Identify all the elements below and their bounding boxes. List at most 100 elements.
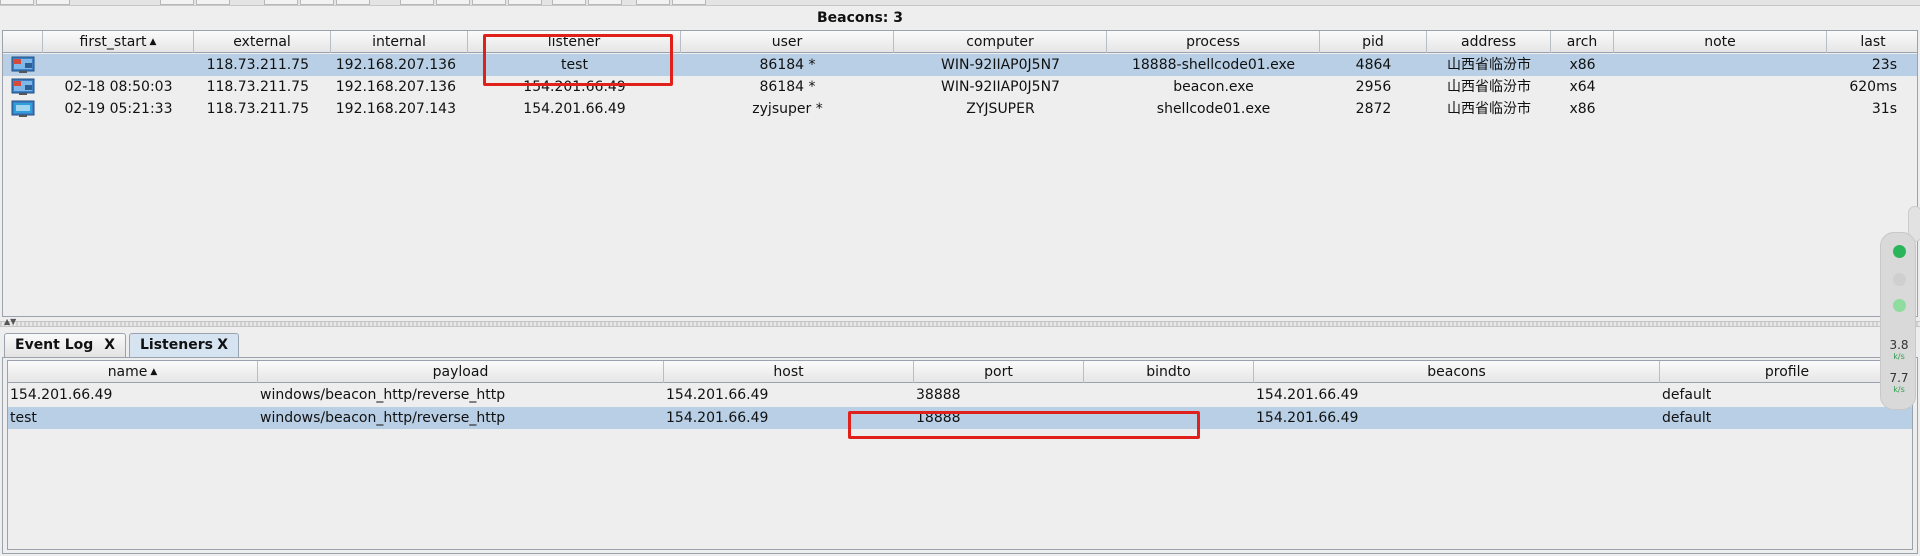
panel-splitter[interactable]: [0, 321, 1920, 327]
beacon-note: [1614, 54, 1827, 76]
beacon-first-start: [43, 54, 194, 76]
tab-close-icon[interactable]: X: [104, 334, 115, 357]
column-header-pid[interactable]: pid: [1320, 31, 1427, 53]
toolbar-button[interactable]: [160, 0, 194, 5]
column-header-first-start[interactable]: first_start ▲: [43, 31, 194, 53]
toolbar-button[interactable]: [36, 0, 70, 5]
toolbar-button[interactable]: [636, 0, 670, 5]
toolbar-button[interactable]: [196, 0, 230, 5]
listener-row[interactable]: test windows/beacon_http/reverse_http 15…: [8, 407, 1912, 429]
listener-port: 38888: [916, 387, 961, 403]
beacon-listener: 154.201.66.49: [523, 101, 626, 117]
column-header-process[interactable]: process: [1107, 31, 1320, 53]
beacon-pid: 4864: [1355, 57, 1392, 73]
column-header-port[interactable]: port: [914, 361, 1084, 383]
toolbar-button[interactable]: [436, 0, 470, 5]
tab-close-icon[interactable]: X: [217, 334, 228, 357]
beacon-last: 23s: [1871, 57, 1897, 73]
sort-ascending-icon: ▲: [149, 37, 157, 47]
beacon-process: 18888-shellcode01.exe: [1131, 57, 1295, 73]
column-header-last[interactable]: last: [1827, 31, 1917, 53]
column-header-listener[interactable]: listener: [468, 31, 681, 53]
beacon-internal: 192.168.207.136: [335, 79, 456, 95]
sort-ascending-icon: ▲: [150, 367, 158, 377]
beacon-last: 31s: [1871, 101, 1897, 117]
upload-speed: 3.8: [1889, 338, 1909, 352]
listener-payload: windows/beacon_http/reverse_http: [260, 387, 506, 403]
beacon-internal: 192.168.207.143: [335, 101, 456, 117]
beacon-external: 118.73.211.75: [206, 101, 309, 117]
beacon-row[interactable]: 02-19 05:21:33 118.73.211.75 192.168.207…: [3, 98, 1917, 120]
beacon-internal: 192.168.207.136: [335, 57, 456, 73]
toolbar-button[interactable]: [300, 0, 334, 5]
toolbar-button[interactable]: [552, 0, 586, 5]
column-header-address[interactable]: address: [1427, 31, 1551, 53]
beacon-row[interactable]: 118.73.211.75 192.168.207.136 test 86184…: [3, 54, 1917, 76]
tab-listeners[interactable]: Listeners X: [129, 333, 239, 358]
splitter-arrows-icon[interactable]: ▲▼: [4, 318, 16, 326]
download-unit: k/s: [1893, 385, 1905, 394]
beacon-computer-icon: [11, 78, 35, 95]
column-header-host[interactable]: host: [664, 361, 914, 383]
beacon-arch: x64: [1569, 79, 1596, 95]
column-header-external[interactable]: external: [194, 31, 331, 53]
status-dot-icon: [1893, 245, 1906, 258]
toolbar-strip: [0, 0, 1920, 6]
column-header-note[interactable]: note: [1614, 31, 1827, 53]
beacon-computer-icon: [11, 100, 35, 117]
beacon-process: shellcode01.exe: [1156, 101, 1271, 117]
listener-row[interactable]: 154.201.66.49 windows/beacon_http/revers…: [8, 384, 1912, 406]
column-header-computer[interactable]: computer: [894, 31, 1107, 53]
beacon-arch: x86: [1569, 57, 1596, 73]
tab-label: Listeners: [140, 337, 213, 353]
column-header-beacons[interactable]: beacons: [1254, 361, 1660, 383]
beacon-arch: x86: [1569, 101, 1596, 117]
listener-name: test: [10, 410, 37, 426]
listeners-table: name ▲ payload host port bindto beacons p…: [7, 360, 1913, 550]
listeners-table-header: name ▲ payload host port bindto beacons p…: [8, 361, 1912, 383]
toolbar-button[interactable]: [400, 0, 434, 5]
beacon-pid: 2956: [1355, 79, 1392, 95]
beacon-user: 86184 *: [759, 79, 816, 95]
column-header-profile[interactable]: profile: [1660, 361, 1912, 383]
column-header-bindto[interactable]: bindto: [1084, 361, 1254, 383]
beacon-computer: WIN-92IIAP0J5N7: [941, 57, 1060, 73]
beacon-note: [1614, 76, 1827, 98]
column-header-arch[interactable]: arch: [1551, 31, 1614, 53]
beacon-row[interactable]: 02-18 08:50:03 118.73.211.75 192.168.207…: [3, 76, 1917, 98]
toolbar-button[interactable]: [264, 0, 298, 5]
column-header-label: name: [107, 364, 148, 380]
column-header-internal[interactable]: internal: [331, 31, 468, 53]
download-speed: 7.7: [1889, 371, 1909, 385]
listener-name: 154.201.66.49: [10, 387, 113, 403]
beacon-user: 86184 *: [759, 57, 816, 73]
toolbar-button[interactable]: [336, 0, 370, 5]
column-header-payload[interactable]: payload: [258, 361, 664, 383]
network-monitor-widget[interactable]: 3.8 k/s 7.7 k/s: [1880, 232, 1916, 410]
beacon-process: beacon.exe: [1173, 79, 1254, 95]
beacon-listener: 154.201.66.49: [523, 79, 626, 95]
upload-unit: k/s: [1893, 352, 1905, 361]
toolbar-button[interactable]: [508, 0, 542, 5]
beacon-external: 118.73.211.75: [206, 79, 309, 95]
beacon-computer: WIN-92IIAP0J5N7: [941, 79, 1060, 95]
beacon-first-start: 02-18 08:50:03: [64, 79, 173, 95]
toolbar-button[interactable]: [588, 0, 622, 5]
toolbar-button[interactable]: [672, 0, 706, 5]
column-header-name[interactable]: name ▲: [8, 361, 258, 383]
tab-label: Event Log: [15, 337, 94, 353]
listener-host: 154.201.66.49: [666, 387, 769, 403]
beacon-address: 山西省临汾市: [1447, 101, 1531, 117]
listener-profile: default: [1662, 410, 1712, 426]
listener-beacons: 154.201.66.49: [1256, 410, 1359, 426]
status-dot-icon: [1893, 273, 1906, 286]
column-header-icon[interactable]: [3, 31, 43, 53]
listeners-tab-content: name ▲ payload host port bindto beacons p…: [2, 357, 1918, 554]
tab-event-log[interactable]: Event Log X: [4, 333, 126, 358]
listener-bindto: [1086, 384, 1252, 406]
toolbar-button[interactable]: [472, 0, 506, 5]
toolbar-button[interactable]: [0, 0, 34, 5]
column-header-user[interactable]: user: [681, 31, 894, 53]
listener-profile: default: [1662, 387, 1712, 403]
beacons-panel: Beacons: 3 first_start ▲ external interna…: [0, 8, 1920, 320]
